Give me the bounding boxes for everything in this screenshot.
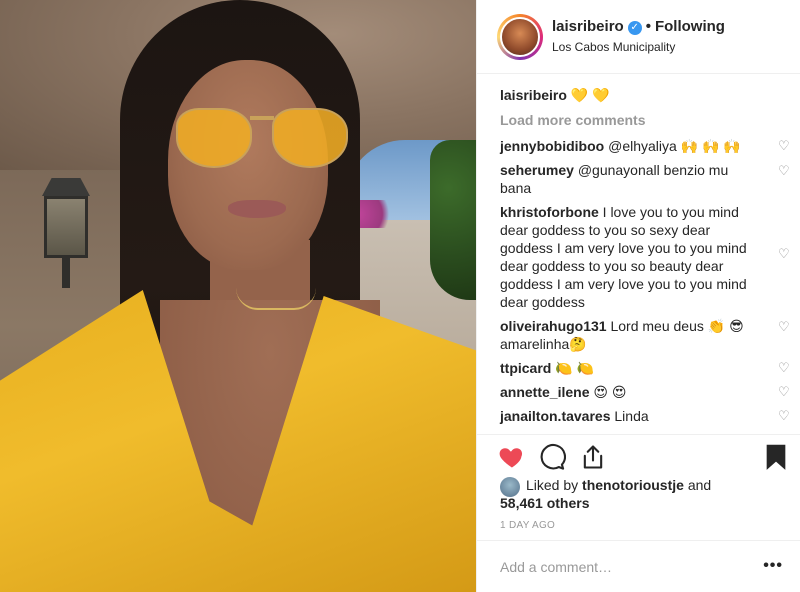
comment-heart-icon[interactable]: ♡ (778, 139, 792, 153)
comment-heart-icon[interactable]: ♡ (778, 385, 792, 399)
comment-icon[interactable] (538, 443, 566, 471)
comment-username[interactable]: janailton.tavares (500, 408, 611, 424)
share-icon[interactable] (579, 443, 607, 471)
comments-list: laisribeiro 💛 💛 Load more comments jenny… (500, 86, 790, 431)
comment-text: 🍋 🍋 (555, 360, 594, 376)
action-bar (477, 434, 800, 478)
likes-text: Liked by thenotorioustje and 58,461 othe… (500, 476, 750, 512)
comment-item: khristoforbone I love you to you mind de… (500, 203, 790, 311)
post-photo[interactable] (0, 0, 476, 592)
comment-username[interactable]: oliveirahugo131 (500, 318, 607, 334)
post-timestamp[interactable]: 1 DAY AGO (500, 520, 555, 531)
comment-username[interactable]: annette_ilene (500, 384, 589, 400)
comment-item: seherumey @gunayonall benzio mu bana ♡ (500, 161, 790, 197)
photo-necklace (236, 288, 316, 310)
comment-heart-icon[interactable]: ♡ (778, 164, 792, 178)
comment-heart-icon[interactable]: ♡ (778, 247, 792, 261)
comment-username[interactable]: ttpicard (500, 360, 551, 376)
liker-username[interactable]: thenotorioustje (582, 477, 684, 493)
story-ring[interactable] (497, 14, 543, 60)
caption-username[interactable]: laisribeiro (500, 87, 567, 103)
comment-item: jennybobidiboo @elhyaliya 🙌 🙌 🙌 ♡ (500, 137, 790, 155)
photo-lips (228, 200, 286, 218)
post-side-panel: laisribeiro ✓ • Following Los Cabos Municip… (476, 0, 800, 592)
bookmark-icon[interactable] (762, 443, 790, 471)
header-user-line: laisribeiro ✓ • Following (552, 18, 725, 35)
heart-icon[interactable] (498, 443, 526, 471)
photo-lantern (34, 178, 98, 288)
caption: laisribeiro 💛 💛 (500, 86, 790, 104)
header-username[interactable]: laisribeiro (552, 18, 624, 35)
following-button[interactable]: Following (655, 18, 725, 35)
verified-icon: ✓ (627, 21, 642, 35)
photo-sunglasses (174, 104, 352, 176)
post-header: laisribeiro ✓ • Following Los Cabos Municip… (477, 0, 800, 74)
comment-text: @elhyaliya 🙌 🙌 🙌 (608, 138, 741, 154)
comment-item: oliveirahugo131 Lord meu deus 👏 😎 amarel… (500, 317, 790, 353)
likes-prefix: Liked by (526, 477, 579, 493)
header-separator: • (645, 18, 651, 35)
comment-username[interactable]: khristoforbone (500, 204, 599, 220)
likes-conj: and (687, 477, 712, 493)
caption-text: 💛 💛 (570, 87, 610, 103)
more-options-icon[interactable]: ••• (763, 557, 783, 575)
photo-foliage (430, 140, 476, 300)
comment-item: janailton.tavares Linda ♡ (500, 407, 790, 425)
likes-count-button[interactable]: 58,461 others (500, 495, 590, 511)
comment-username[interactable]: jennybobidiboo (500, 138, 604, 154)
comment-item: annette_ilene 😍 😍 ♡ (500, 383, 790, 401)
comment-item: ttpicard 🍋 🍋 ♡ (500, 359, 790, 377)
comment-text: 😍 😍 (593, 384, 627, 400)
load-more-comments-button[interactable]: Load more comments (500, 112, 790, 128)
comment-heart-icon[interactable]: ♡ (778, 409, 792, 423)
avatar[interactable] (500, 17, 540, 57)
comment-heart-icon[interactable]: ♡ (778, 361, 792, 375)
location-link[interactable]: Los Cabos Municipality (552, 40, 675, 54)
comment-username[interactable]: seherumey (500, 162, 574, 178)
comment-heart-icon[interactable]: ♡ (778, 320, 792, 334)
comment-text: Linda (614, 408, 649, 424)
add-comment-input[interactable] (500, 556, 750, 578)
add-comment-bar: ••• (477, 540, 800, 592)
